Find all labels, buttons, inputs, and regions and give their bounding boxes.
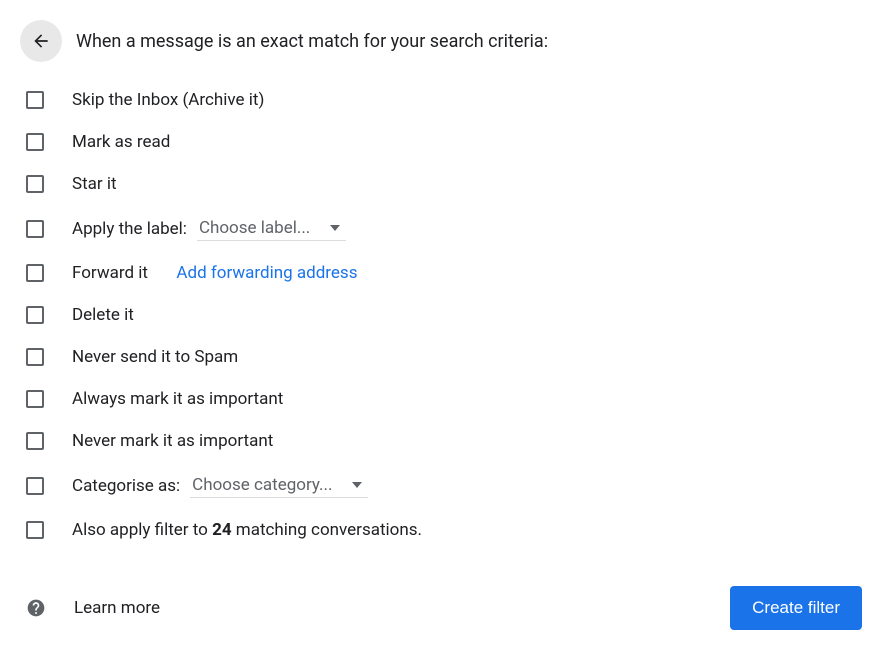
- header-row: When a message is an exact match for you…: [20, 20, 862, 62]
- option-label: Star it: [72, 174, 117, 194]
- option-mark-important: Always mark it as important: [26, 389, 862, 409]
- checkbox-skip-inbox[interactable]: [26, 91, 44, 109]
- checkbox-forward-it[interactable]: [26, 264, 44, 282]
- label-dropdown[interactable]: Choose label...: [197, 216, 346, 241]
- option-label: Never mark it as important: [72, 431, 273, 451]
- back-button[interactable]: [20, 20, 62, 62]
- option-label: Apply the label:: [72, 219, 187, 239]
- checkbox-categorise[interactable]: [26, 477, 44, 495]
- option-categorise: Categorise as: Choose category...: [26, 473, 862, 498]
- header-title: When a message is an exact match for you…: [76, 31, 548, 52]
- category-dropdown[interactable]: Choose category...: [190, 473, 368, 498]
- checkbox-mark-important[interactable]: [26, 390, 44, 408]
- help-icon: [26, 598, 46, 618]
- option-label: Also apply filter to 24 matching convers…: [72, 520, 422, 540]
- create-filter-button[interactable]: Create filter: [730, 586, 862, 630]
- option-label: Mark as read: [72, 132, 170, 152]
- add-forwarding-address-link[interactable]: Add forwarding address: [176, 263, 357, 283]
- option-skip-inbox: Skip the Inbox (Archive it): [26, 90, 862, 110]
- option-label: Categorise as:: [72, 476, 180, 496]
- dropdown-text: Choose category...: [192, 475, 332, 495]
- checkbox-mark-as-read[interactable]: [26, 133, 44, 151]
- checkbox-delete-it[interactable]: [26, 306, 44, 324]
- checkbox-apply-existing[interactable]: [26, 521, 44, 539]
- option-delete-it: Delete it: [26, 305, 862, 325]
- option-mark-as-read: Mark as read: [26, 132, 862, 152]
- chevron-down-icon: [330, 225, 340, 231]
- option-apply-existing: Also apply filter to 24 matching convers…: [26, 520, 862, 540]
- option-label: Skip the Inbox (Archive it): [72, 90, 264, 110]
- checkbox-never-important[interactable]: [26, 432, 44, 450]
- footer-row: Learn more Create filter: [20, 586, 862, 630]
- option-label: Forward it: [72, 263, 148, 283]
- option-apply-label: Apply the label: Choose label...: [26, 216, 862, 241]
- options-list: Skip the Inbox (Archive it) Mark as read…: [20, 90, 862, 540]
- option-label: Delete it: [72, 305, 134, 325]
- checkbox-star-it[interactable]: [26, 175, 44, 193]
- option-label: Always mark it as important: [72, 389, 283, 409]
- chevron-down-icon: [352, 482, 362, 488]
- dropdown-text: Choose label...: [199, 218, 310, 238]
- checkbox-never-spam[interactable]: [26, 348, 44, 366]
- arrow-left-icon: [31, 31, 51, 51]
- option-never-important: Never mark it as important: [26, 431, 862, 451]
- learn-more-link[interactable]: Learn more: [74, 598, 160, 618]
- checkbox-apply-label[interactable]: [26, 220, 44, 238]
- option-forward-it: Forward it Add forwarding address: [26, 263, 862, 283]
- option-label: Never send it to Spam: [72, 347, 238, 367]
- option-star-it: Star it: [26, 174, 862, 194]
- option-never-spam: Never send it to Spam: [26, 347, 862, 367]
